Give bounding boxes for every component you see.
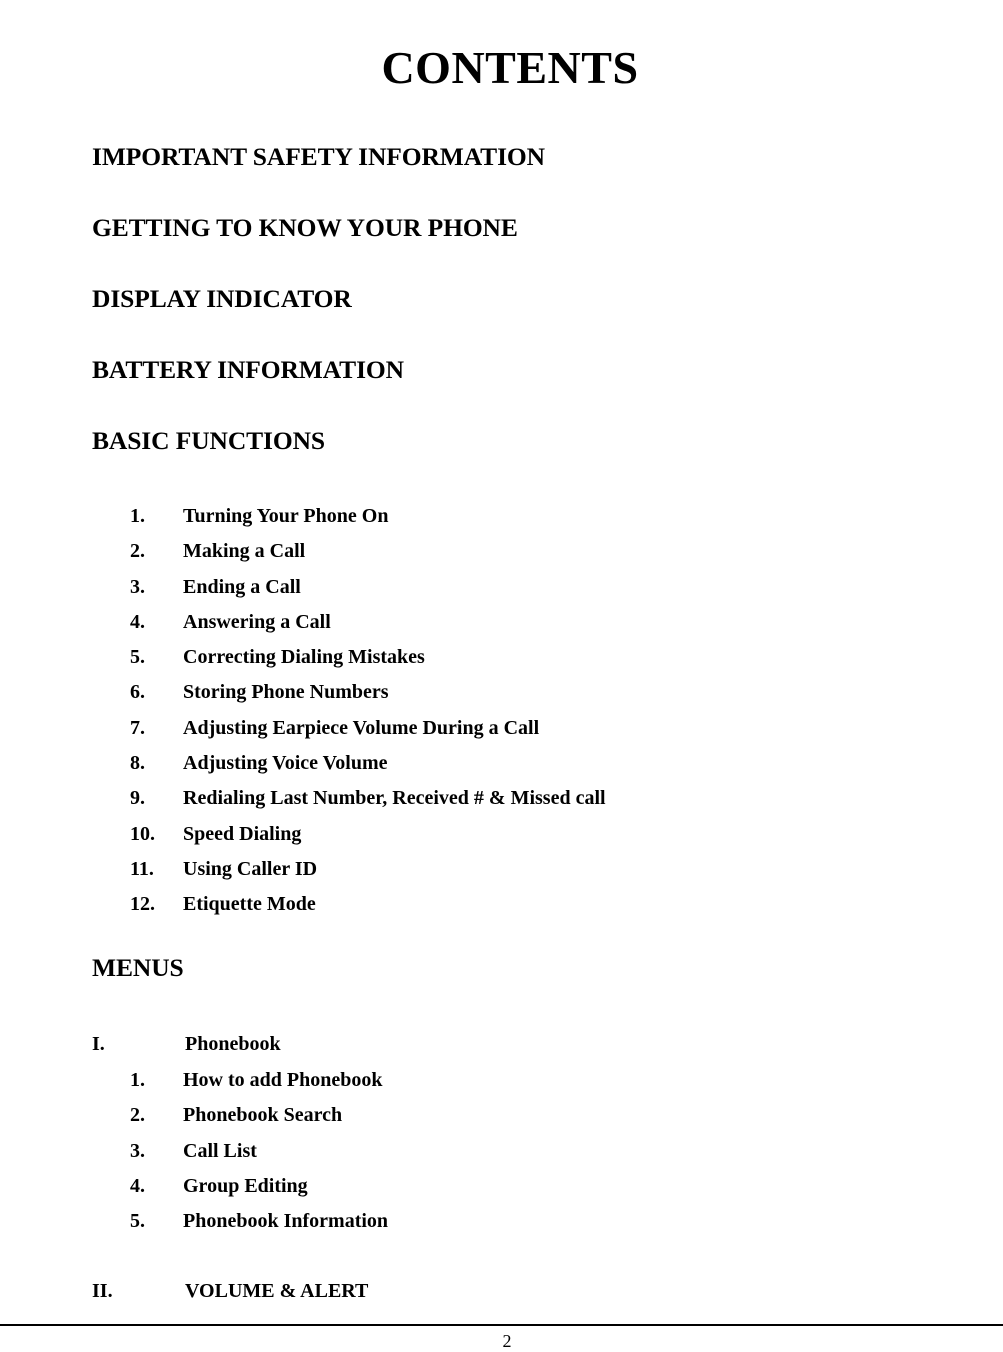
- list-item-marker: 3.: [130, 1139, 145, 1162]
- basic-functions-item-list: 1. Turning Your Phone On 2. Making a Cal…: [0, 499, 900, 923]
- list-item: 9. Redialing Last Number, Received # & M…: [0, 781, 900, 816]
- list-item-marker: 1.: [130, 505, 145, 527]
- heading-getting-to-know-your-phone: GETTING TO KNOW YOUR PHONE: [92, 213, 518, 242]
- menu-section-marker: II.: [92, 1280, 113, 1302]
- list-item-label: Call List: [183, 1139, 257, 1162]
- list-item-label: Making a Call: [183, 540, 306, 563]
- menu-section-phonebook: I. Phonebook: [0, 1029, 900, 1059]
- page-title: CONTENTS: [381, 42, 639, 93]
- document-page: CONTENTS IMPORTANT SAFETY INFORMATION GE…: [0, 0, 1003, 1352]
- list-item-marker: 6.: [130, 681, 145, 704]
- list-item-label: Adjusting Voice Volume: [183, 752, 388, 775]
- heading-battery-information: BATTERY INFORMATION: [92, 355, 404, 384]
- list-item-marker: 1.: [130, 1069, 145, 1091]
- list-item-label: Answering a Call: [183, 610, 331, 633]
- list-item: 10. Speed Dialing: [0, 817, 900, 852]
- list-item-label: Speed Dialing: [183, 822, 302, 845]
- list-item: 8. Adjusting Voice Volume: [0, 746, 900, 781]
- footer-divider: [0, 1324, 1003, 1326]
- list-item: 3. Call List: [0, 1134, 900, 1169]
- list-item: 4. Answering a Call: [0, 605, 900, 640]
- heading-basic-functions: BASIC FUNCTIONS: [92, 426, 326, 455]
- list-item: 2. Phonebook Search: [0, 1098, 900, 1133]
- list-item-label: Phonebook Information: [183, 1210, 389, 1233]
- phonebook-item-list: 1. How to add Phonebook 2. Phonebook Sea…: [0, 1063, 900, 1239]
- list-item-label: Using Caller ID: [183, 857, 318, 880]
- list-item-label: Group Editing: [183, 1174, 308, 1197]
- list-item-marker: 4.: [130, 1174, 145, 1197]
- list-item-marker: 11.: [130, 857, 154, 880]
- list-item: 1. How to add Phonebook: [0, 1063, 900, 1098]
- list-item-marker: 12.: [130, 893, 155, 916]
- list-item-label: Redialing Last Number, Received # & Miss…: [183, 787, 606, 810]
- list-item-marker: 10.: [130, 822, 155, 845]
- list-item-marker: 3.: [130, 575, 145, 598]
- list-item: 3. Ending a Call: [0, 570, 900, 605]
- list-item: 5. Correcting Dialing Mistakes: [0, 640, 900, 675]
- list-item: 12. Etiquette Mode: [0, 887, 900, 922]
- menu-section-volume-and-alert: II. VOLUME & ALERT: [0, 1276, 900, 1306]
- list-item-label: How to add Phonebook: [183, 1069, 383, 1091]
- list-item: 7. Adjusting Earpiece Volume During a Ca…: [0, 711, 900, 746]
- heading-important-safety-information: IMPORTANT SAFETY INFORMATION: [92, 142, 545, 171]
- list-item-marker: 4.: [130, 610, 145, 633]
- list-item-marker: 9.: [130, 787, 145, 810]
- menu-section-label: VOLUME & ALERT: [185, 1280, 369, 1302]
- list-item: 5. Phonebook Information: [0, 1204, 900, 1239]
- list-item: 11. Using Caller ID: [0, 852, 900, 887]
- page-number: 2: [502, 1331, 512, 1351]
- list-item: 6. Storing Phone Numbers: [0, 675, 900, 710]
- list-item-label: Etiquette Mode: [183, 893, 316, 916]
- menu-section-marker: I.: [92, 1033, 105, 1055]
- list-item-marker: 7.: [130, 716, 145, 739]
- list-item-marker: 2.: [130, 1104, 145, 1127]
- list-item-marker: 5.: [130, 1210, 145, 1233]
- list-item: 2. Making a Call: [0, 534, 900, 569]
- list-item-label: Correcting Dialing Mistakes: [183, 646, 425, 669]
- list-item-label: Phonebook Search: [183, 1104, 343, 1127]
- heading-display-indicator: DISPLAY INDICATOR: [92, 284, 352, 313]
- heading-menus: MENUS: [92, 953, 184, 982]
- major-headings-list: IMPORTANT SAFETY INFORMATION GETTING TO …: [92, 144, 912, 499]
- list-item-marker: 2.: [130, 540, 145, 563]
- list-item-label: Ending a Call: [183, 575, 301, 598]
- list-item-marker: 8.: [130, 752, 145, 775]
- list-item: 1. Turning Your Phone On: [0, 499, 900, 534]
- menu-section-label: Phonebook: [185, 1033, 281, 1055]
- list-item: 4. Group Editing: [0, 1169, 900, 1204]
- list-item-label: Adjusting Earpiece Volume During a Call: [183, 716, 540, 739]
- list-item-label: Turning Your Phone On: [183, 505, 389, 527]
- list-item-marker: 5.: [130, 646, 145, 669]
- list-item-label: Storing Phone Numbers: [183, 681, 389, 704]
